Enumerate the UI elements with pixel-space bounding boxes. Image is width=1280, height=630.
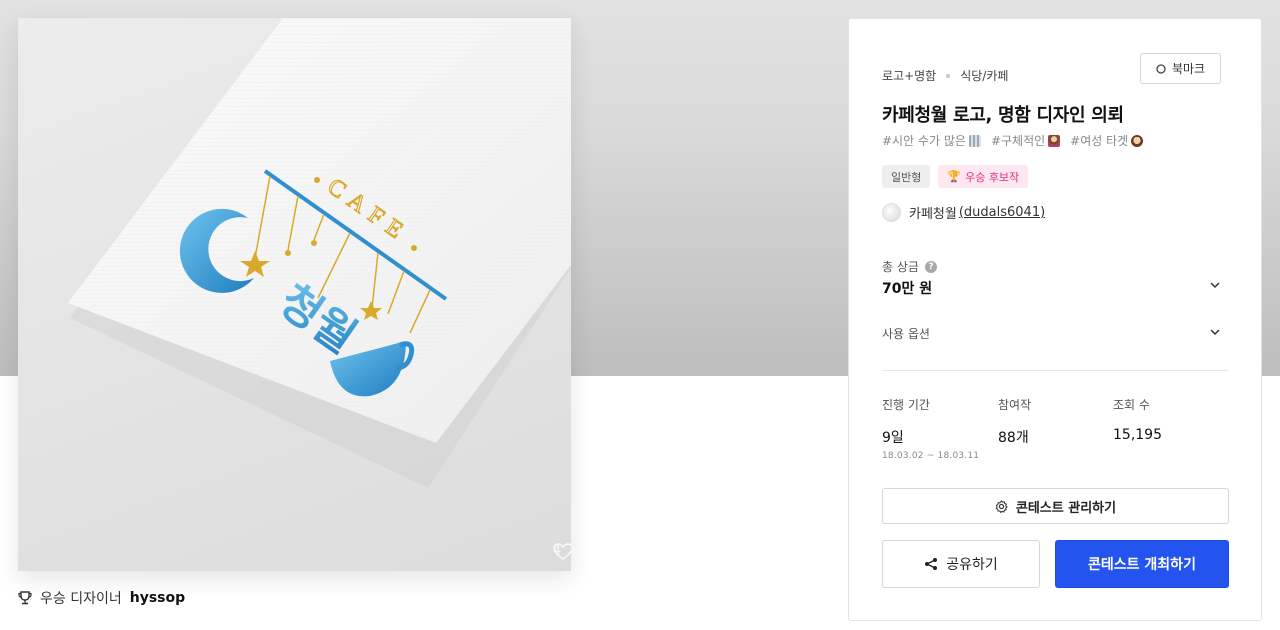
winner-candidate-label: 우승 후보작 bbox=[965, 170, 1020, 184]
divider bbox=[882, 370, 1228, 371]
manage-contest-label: 콘테스트 관리하기 bbox=[1015, 500, 1117, 516]
contest-type-badge: 일반형 bbox=[882, 165, 931, 188]
share-icon bbox=[925, 558, 938, 570]
contest-stats: 진행 기간 9일 18.03.02 ~ 18.03.11 참여작 88개 조회 … bbox=[882, 396, 1230, 461]
tag-label: #여성 타겟 bbox=[1070, 134, 1129, 148]
host-contest-button[interactable]: 콘테스트 개최하기 bbox=[1055, 540, 1229, 588]
stat-views: 조회 수 15,195 bbox=[1113, 396, 1162, 443]
host-id-link[interactable]: (dudals6041) bbox=[959, 205, 1045, 220]
stat-entries: 참여작 88개 bbox=[998, 396, 1031, 447]
stat-period-value: 9일 bbox=[882, 430, 904, 446]
tag-item[interactable]: #여성 타겟 bbox=[1070, 132, 1144, 149]
winner-name[interactable]: hyssop bbox=[130, 590, 185, 606]
stat-entries-value: 88개 bbox=[998, 430, 1029, 446]
heart-icon bbox=[553, 543, 571, 560]
help-icon[interactable]: ? bbox=[924, 260, 937, 273]
like-counter[interactable]: 4 bbox=[553, 543, 571, 560]
host-contest-label: 콘테스트 개최하기 bbox=[1088, 557, 1196, 573]
badge-list: 일반형 🏆 우승 후보작 bbox=[882, 165, 1029, 188]
bookmark-icon bbox=[1156, 63, 1166, 74]
breadcrumb-subcategory[interactable]: 식당/카페 bbox=[960, 67, 1008, 84]
gear-icon bbox=[995, 499, 1008, 513]
bookmark-button[interactable]: 북마크 bbox=[1140, 53, 1221, 84]
grid-emoji-icon bbox=[968, 134, 981, 147]
trophy-icon bbox=[18, 591, 32, 605]
contest-info-panel: 로고+명함 식당/카페 북마크 카페청월 로고, 명함 디자인 의뢰 #시안 수… bbox=[848, 18, 1262, 621]
stat-views-value: 15,195 bbox=[1113, 427, 1162, 443]
logo-mockup: CAFE 청월 bbox=[68, 18, 571, 488]
manage-contest-button[interactable]: 콘테스트 관리하기 bbox=[882, 488, 1229, 524]
tag-list: #시안 수가 많은 #구체적인 #여성 타겟 bbox=[882, 132, 1144, 149]
winner-label: 우승 디자이너 bbox=[40, 591, 122, 607]
tag-item[interactable]: #구체적인 bbox=[990, 132, 1061, 149]
prize-value: 70만 원 bbox=[882, 281, 933, 297]
tag-label: #시안 수가 많은 bbox=[882, 134, 966, 148]
host-info: 카페청월 (dudals6041) bbox=[882, 203, 1045, 222]
winner-candidate-badge: 🏆 우승 후보작 bbox=[938, 165, 1029, 188]
winner-caption: 우승 디자이너 hyssop bbox=[18, 588, 185, 608]
stat-views-label: 조회 수 bbox=[1113, 398, 1150, 412]
prize-label-text: 총 상금 bbox=[882, 260, 919, 274]
chevron-down-icon[interactable] bbox=[1209, 326, 1221, 338]
tag-label: #구체적인 bbox=[990, 134, 1046, 148]
breadcrumb-separator bbox=[946, 73, 951, 78]
trophy-icon: 🏆 bbox=[947, 170, 962, 183]
host-name: 카페청월 bbox=[909, 207, 957, 222]
prize-label: 총 상금 ? bbox=[882, 258, 937, 275]
contest-title: 카페청월 로고, 명함 디자인 의뢰 bbox=[882, 105, 1124, 126]
stat-period-dates: 18.03.02 ~ 18.03.11 bbox=[882, 451, 980, 461]
breadcrumb-category[interactable]: 로고+명함 bbox=[882, 67, 936, 84]
person-emoji-icon bbox=[1048, 134, 1061, 147]
design-showcase-image[interactable]: CAFE 청월 4 bbox=[18, 18, 571, 571]
stat-entries-label: 참여작 bbox=[998, 398, 1032, 412]
stat-period: 진행 기간 9일 18.03.02 ~ 18.03.11 bbox=[882, 396, 979, 461]
options-label: 사용 옵션 bbox=[882, 327, 930, 341]
bookmark-label: 북마크 bbox=[1171, 62, 1206, 76]
breadcrumb: 로고+명함 식당/카페 bbox=[882, 67, 1008, 84]
chevron-down-icon[interactable] bbox=[1209, 279, 1221, 291]
stat-period-label: 진행 기간 bbox=[882, 398, 930, 412]
share-label: 공유하기 bbox=[946, 557, 998, 573]
host-avatar bbox=[882, 203, 901, 222]
tag-item[interactable]: #시안 수가 많은 bbox=[882, 132, 981, 149]
woman-emoji-icon bbox=[1131, 134, 1144, 147]
share-button[interactable]: 공유하기 bbox=[882, 540, 1040, 588]
